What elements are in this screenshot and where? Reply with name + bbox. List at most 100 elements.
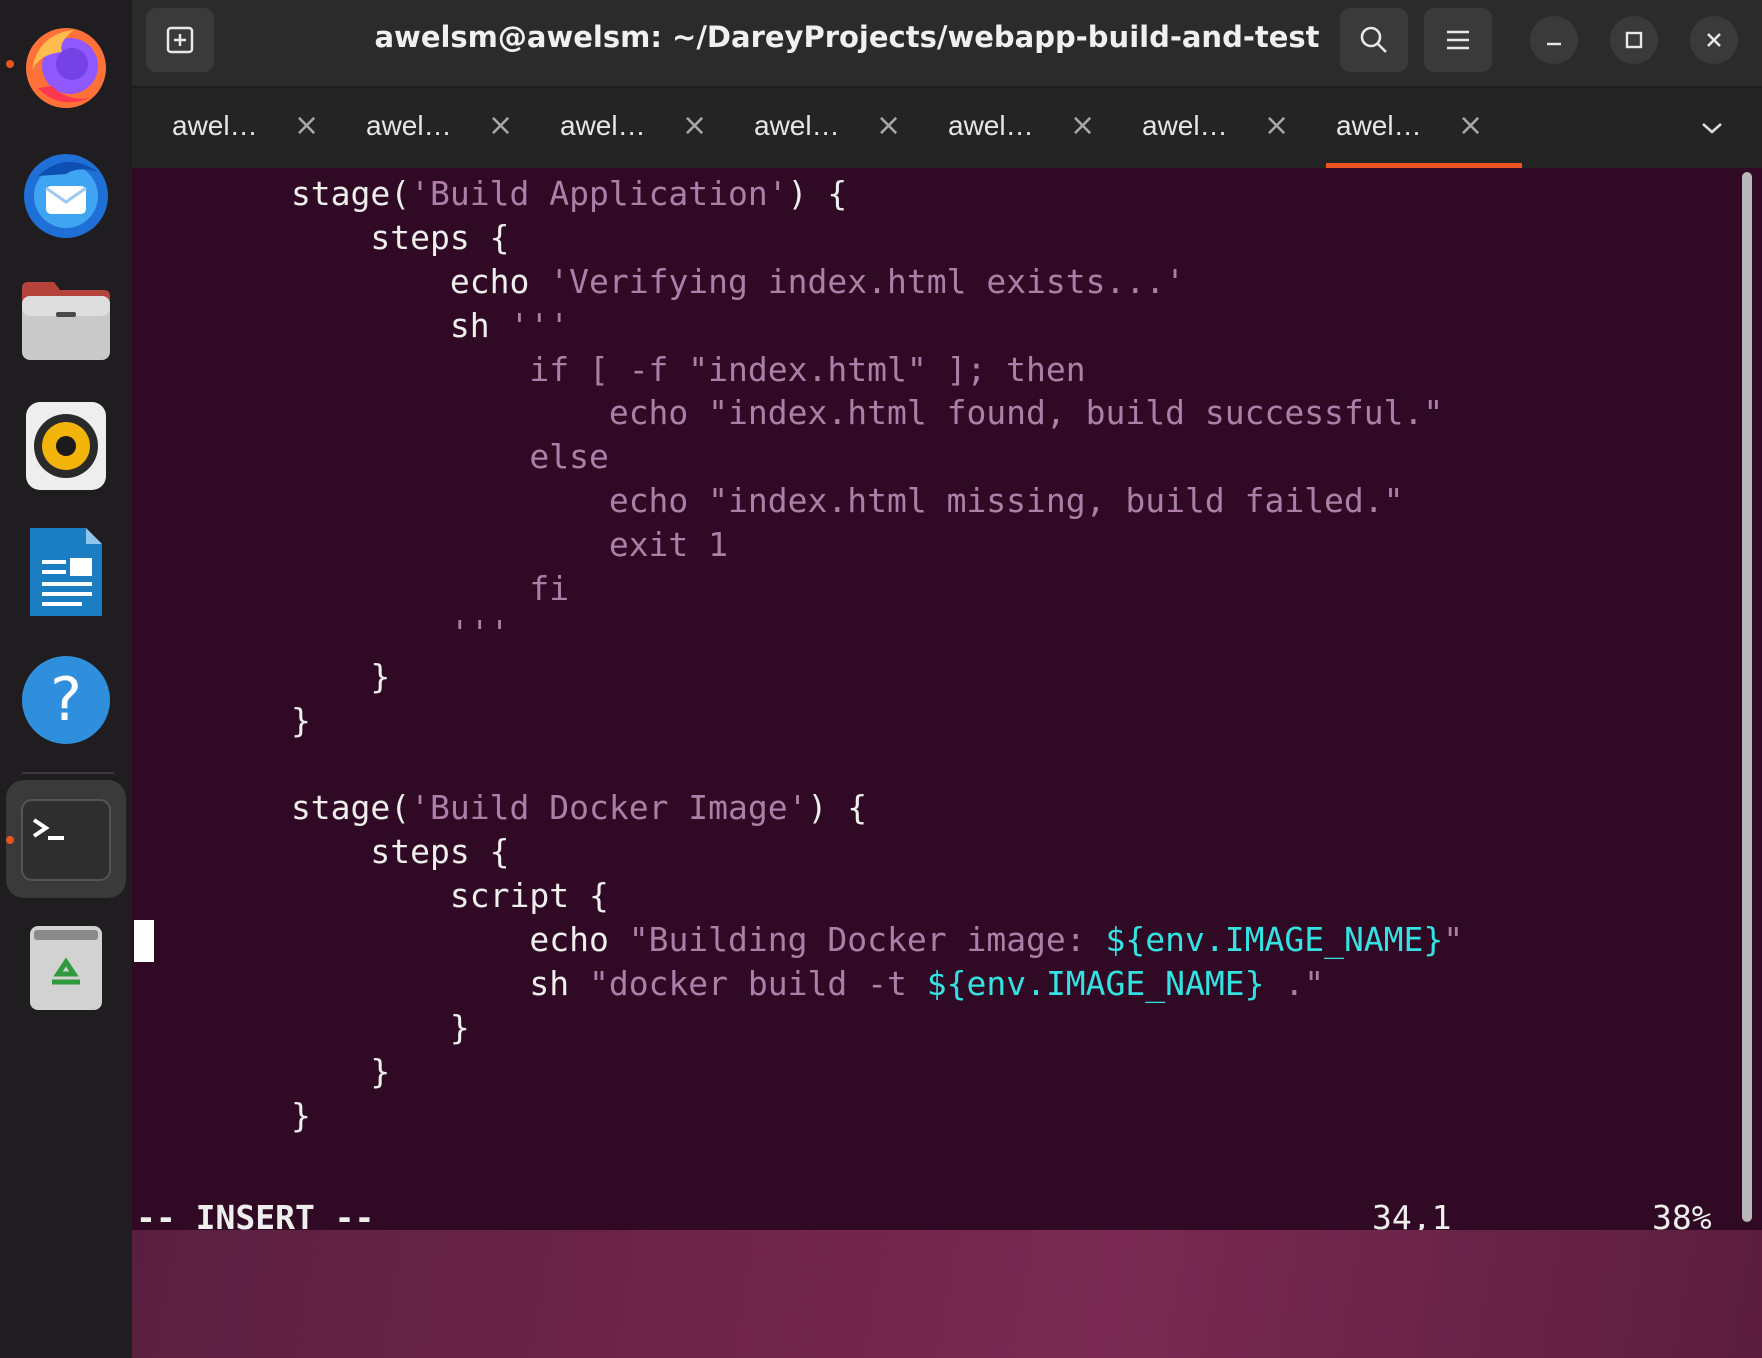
tab-close-icon[interactable]: × [1458, 108, 1483, 143]
tab-close-icon[interactable]: × [876, 108, 901, 143]
tab-close-icon[interactable]: × [682, 108, 707, 143]
tab-close-icon[interactable]: × [488, 108, 513, 143]
code-line: echo "index.html missing, build failed." [132, 479, 1463, 523]
libreoffice-writer-icon[interactable] [18, 524, 114, 620]
code-token: sh [132, 305, 510, 345]
new-tab-icon[interactable] [146, 8, 214, 72]
code-line: } [132, 699, 1463, 743]
terminal-icon[interactable] [18, 792, 114, 888]
tab-label: awel… [1142, 110, 1228, 141]
vim-buffer[interactable]: stage('Build Application') { steps { ech… [132, 172, 1463, 1138]
code-token: echo [132, 261, 550, 301]
tab-close-icon[interactable]: × [1264, 108, 1289, 143]
tab-label: awel… [754, 110, 840, 141]
thunderbird-icon[interactable] [18, 146, 114, 242]
files-icon[interactable] [18, 272, 114, 368]
tab-5[interactable]: awel… × [908, 88, 1104, 168]
minimize-icon[interactable] [1530, 16, 1578, 64]
code-line: } [132, 655, 1463, 699]
help-glyph: ? [50, 665, 82, 735]
vim-status-line: -- INSERT -- 34,1 38% [132, 1198, 1762, 1230]
code-token: ) { [787, 174, 848, 213]
code-line: sh ''' [132, 304, 1463, 348]
tab-6[interactable]: awel… × [1102, 88, 1298, 168]
code-line: } [132, 1050, 1463, 1094]
code-token: steps { [132, 217, 510, 257]
code-line: sh "docker build -t ${env.IMAGE_NAME} ." [132, 962, 1463, 1006]
code-token: echo "index.html found, build successful… [132, 393, 1444, 433]
code-token: else [132, 437, 609, 477]
tab-3[interactable]: awel… × [520, 88, 716, 168]
search-icon[interactable] [1340, 8, 1408, 72]
code-line: steps { [132, 216, 1463, 260]
hamburger-menu-icon[interactable] [1424, 8, 1492, 72]
terminal-window: awelsm@awelsm: ~/DareyProjects/webapp-bu… [132, 0, 1762, 1230]
trash-icon[interactable] [18, 918, 114, 1014]
code-token: ''' [509, 305, 570, 345]
code-line: exit 1 [132, 523, 1463, 567]
terminal-content[interactable]: stage('Build Application') { steps { ech… [132, 168, 1762, 1230]
dock-separator [22, 772, 114, 774]
scrollbar[interactable] [1742, 172, 1752, 1222]
code-line: else [132, 435, 1463, 479]
title-bar[interactable]: awelsm@awelsm: ~/DareyProjects/webapp-bu… [132, 0, 1762, 88]
code-token: ${env.IMAGE_NAME} [1105, 920, 1444, 960]
code-token: steps { [132, 832, 510, 872]
code-line: echo "Building Docker image: ${env.IMAGE… [132, 918, 1463, 962]
code-token: "docker build -t [588, 964, 927, 1004]
vim-mode-indicator: -- INSERT -- [136, 1198, 375, 1230]
tab-close-icon[interactable]: × [1070, 108, 1095, 143]
help-icon[interactable]: ? [18, 652, 114, 748]
code-token: ." [1264, 964, 1325, 1004]
close-icon[interactable] [1690, 16, 1738, 64]
code-line: fi [132, 567, 1463, 611]
code-token: } [132, 1051, 391, 1091]
tab-label: awel… [560, 110, 646, 141]
code-line: echo 'Verifying index.html exists...' [132, 260, 1463, 304]
code-line: steps { [132, 830, 1463, 874]
code-token: echo [132, 920, 629, 960]
code-token: ${env.IMAGE_NAME} [926, 964, 1265, 1004]
code-token: " [1443, 920, 1464, 960]
code-token: fi [132, 569, 570, 609]
tab-1[interactable]: awel… × [132, 88, 328, 168]
code-line: } [132, 1094, 1463, 1138]
code-token: stage( [132, 174, 411, 213]
code-line: script { [132, 874, 1463, 918]
code-line: stage('Build Application') { [132, 172, 1463, 216]
code-line: echo "index.html found, build successful… [132, 391, 1463, 435]
scroll-percent: 38% [1652, 1198, 1712, 1230]
code-line: stage('Build Docker Image') { [132, 786, 1463, 830]
window-title: awelsm@awelsm: ~/DareyProjects/webapp-bu… [374, 20, 1320, 54]
tab-7[interactable]: awel… × [1296, 88, 1522, 168]
tab-4[interactable]: awel… × [714, 88, 910, 168]
code-token: exit 1 [132, 525, 729, 565]
tab-label: awel… [172, 110, 258, 141]
tab-2[interactable]: awel… × [326, 88, 522, 168]
code-token: 'Build Docker Image' [410, 788, 808, 828]
code-token: stage( [132, 788, 411, 828]
running-indicator [6, 60, 14, 68]
tab-close-icon[interactable]: × [294, 108, 319, 143]
dock: ? [0, 0, 132, 1358]
code-token: sh [132, 964, 589, 1004]
tab-bar: awel… × awel… × awel… × awel… × awel… × awel… × awel… [132, 88, 1762, 168]
maximize-icon[interactable] [1610, 16, 1658, 64]
code-token: script { [132, 876, 609, 916]
code-token: } [132, 656, 391, 696]
cursor-position: 34,1 [1372, 1198, 1452, 1230]
code-token: } [132, 1007, 470, 1047]
code-token: if [ -f "index.html" ]; then [132, 349, 1086, 389]
code-token: ) { [807, 788, 868, 828]
rhythmbox-icon[interactable] [18, 398, 114, 494]
code-token: } [132, 700, 311, 740]
code-token: "Building Docker image: [628, 920, 1106, 960]
chevron-down-icon[interactable] [1692, 110, 1732, 146]
firefox-icon[interactable] [18, 18, 114, 114]
code-token: 'Verifying index.html exists...' [549, 261, 1185, 301]
code-token: } [132, 1095, 311, 1135]
tab-label: awel… [1336, 110, 1422, 141]
code-line: } [132, 1006, 1463, 1050]
tab-label: awel… [366, 110, 452, 141]
code-line: if [ -f "index.html" ]; then [132, 348, 1463, 392]
